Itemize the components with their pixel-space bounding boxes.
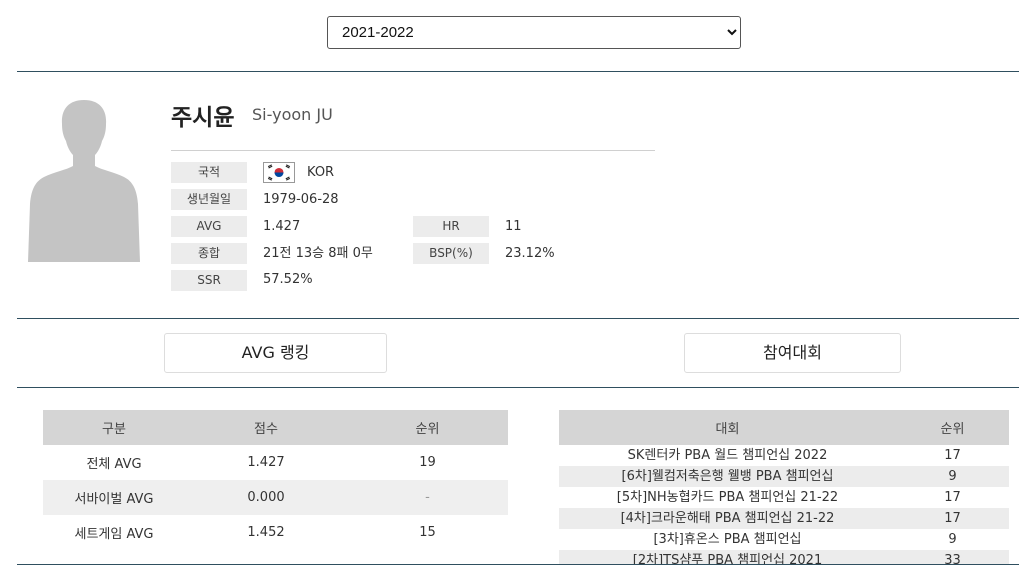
season-select[interactable]: 2021-2022 xyxy=(327,16,741,49)
competition-name[interactable]: [6차]웰컴저축은행 웰뱅 PBA 챔피언십 xyxy=(559,466,896,487)
table-row[interactable]: [6차]웰컴저축은행 웰뱅 PBA 챔피언십 9 xyxy=(559,466,1009,487)
table-row[interactable]: [2차]TS샴푸 PBA 챔피언십 2021 33 xyxy=(559,550,1009,565)
header-competition: 대회 xyxy=(559,410,896,445)
competitions-scroll-area[interactable]: 대회 순위 SK렌터카 PBA 월드 챔피언십 2022 17 [6차]웰컴저축… xyxy=(559,410,1009,565)
bsp-value: 23.12% xyxy=(505,246,555,261)
ssr-value: 57.52% xyxy=(263,272,313,287)
row-category: 서바이벌 AVG xyxy=(43,480,185,515)
avg-ranking-table: 구분 점수 순위 전체 AVG 1.427 19 서바이벌 AVG 0.000 … xyxy=(43,410,508,550)
competition-rank: 17 xyxy=(944,448,961,463)
avg-value: 1.427 xyxy=(263,219,301,234)
nationality-label: 국적 xyxy=(171,162,247,183)
bsp-label: BSP(%) xyxy=(413,243,489,264)
competition-name[interactable]: SK렌터카 PBA 월드 챔피언십 2022 xyxy=(559,445,896,466)
table-row[interactable]: [4차]크라운해태 PBA 챔피언십 21-22 17 xyxy=(559,508,1009,529)
competition-rank: 9 xyxy=(896,466,1009,487)
table-header-row: 대회 순위 xyxy=(559,410,1009,445)
record-label: 종합 xyxy=(171,243,247,264)
row-category: 전체 AVG xyxy=(86,457,142,472)
player-name-english: Si-yoon JU xyxy=(252,105,333,124)
competition-rank: 33 xyxy=(896,550,1009,565)
row-score: 1.452 xyxy=(247,525,285,540)
table-row[interactable]: [3차]휴온스 PBA 챔피언십 9 xyxy=(559,529,1009,550)
competition-name[interactable]: [3차]휴온스 PBA 챔피언십 xyxy=(559,529,896,550)
footer-divider xyxy=(17,564,1019,565)
competitions-button[interactable]: 참여대회 xyxy=(684,333,901,373)
avg-label: AVG xyxy=(171,216,247,237)
header-category: 구분 xyxy=(43,410,185,445)
competition-rank: 17 xyxy=(944,490,961,505)
row-score: 1.427 xyxy=(247,455,285,470)
record-value: 21전 13승 8패 0무 xyxy=(263,246,373,261)
table-header-row: 구분 점수 순위 xyxy=(43,410,508,445)
hr-label: HR xyxy=(413,216,489,237)
korea-flag-icon xyxy=(263,162,295,183)
table-row: 세트게임 AVG 1.452 15 xyxy=(43,515,508,550)
row-rank: - xyxy=(347,480,508,515)
player-name-korean: 주시윤 xyxy=(171,105,235,131)
profile-divider xyxy=(17,318,1019,319)
competition-name[interactable]: [4차]크라운해태 PBA 챔피언십 21-22 xyxy=(559,508,896,529)
row-rank: 15 xyxy=(419,525,436,540)
hr-value: 11 xyxy=(505,219,522,234)
row-score: 0.000 xyxy=(185,480,347,515)
header-rank: 순위 xyxy=(896,410,1009,445)
avg-ranking-button[interactable]: AVG 랭킹 xyxy=(164,333,387,373)
name-divider xyxy=(171,150,655,151)
table-row[interactable]: SK렌터카 PBA 월드 챔피언십 2022 17 xyxy=(559,445,1009,466)
birthdate-value: 1979-06-28 xyxy=(263,192,339,207)
competitions-table: 대회 순위 SK렌터카 PBA 월드 챔피언십 2022 17 [6차]웰컴저축… xyxy=(559,410,1009,565)
header-rank: 순위 xyxy=(347,410,508,445)
competition-name[interactable]: [2차]TS샴푸 PBA 챔피언십 2021 xyxy=(559,550,896,565)
table-row[interactable]: [5차]NH농협카드 PBA 챔피언십 21-22 17 xyxy=(559,487,1009,508)
competition-name[interactable]: [5차]NH농협카드 PBA 챔피언십 21-22 xyxy=(559,487,896,508)
competition-rank: 9 xyxy=(948,532,957,547)
section-divider xyxy=(17,387,1019,388)
row-category: 세트게임 AVG xyxy=(74,527,154,542)
person-silhouette-icon xyxy=(28,100,140,262)
table-row: 전체 AVG 1.427 19 xyxy=(43,445,508,480)
ssr-label: SSR xyxy=(171,270,247,291)
birthdate-label: 생년월일 xyxy=(171,189,247,210)
table-row: 서바이벌 AVG 0.000 - xyxy=(43,480,508,515)
competition-rank: 17 xyxy=(896,508,1009,529)
nationality-value: KOR xyxy=(307,165,335,180)
header-score: 점수 xyxy=(185,410,347,445)
row-rank: 19 xyxy=(419,455,436,470)
header-divider xyxy=(17,71,1019,72)
